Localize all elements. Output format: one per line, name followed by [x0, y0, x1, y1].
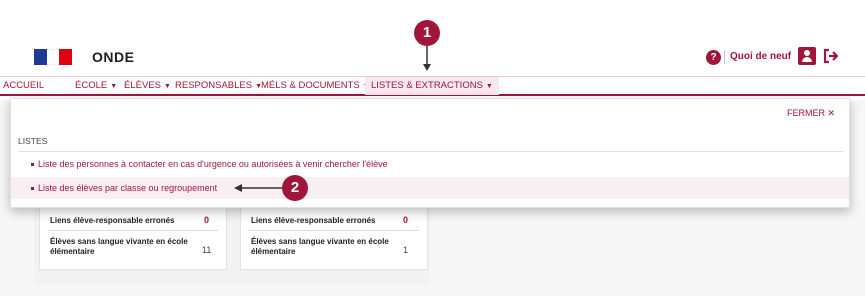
nav-listes-extractions[interactable]: LISTES & EXTRACTIONS ▼: [365, 77, 499, 95]
card-divider: [48, 230, 218, 231]
logout-icon[interactable]: [822, 47, 840, 65]
app-name: ONDE: [92, 49, 135, 65]
card-row-label: Liens élève-responsable erronés: [50, 216, 175, 225]
card-row-value: 1: [403, 245, 409, 255]
main-nav: ACCUEIL ÉCOLE ▼ ÉLÈVES ▼ RESPONSABLES ▼ MÉL…: [0, 76, 865, 96]
callout-arrow-2: [234, 184, 284, 192]
listes-dropdown-panel: FERMER ✕ LISTES Liste des personnes à co…: [10, 98, 850, 208]
nav-accueil[interactable]: ACCUEIL: [3, 80, 44, 91]
bullet-icon: [31, 163, 34, 167]
republic-flag-logo: [34, 49, 72, 65]
whats-new-link[interactable]: Quoi de neuf: [730, 51, 791, 62]
nav-responsables[interactable]: RESPONSABLES ▼: [175, 80, 262, 91]
dashboard-card: Liens élève-responsable erronés 0 Élèves…: [39, 200, 227, 270]
close-panel-button[interactable]: FERMER ✕: [787, 108, 835, 119]
user-profile-icon[interactable]: [798, 47, 816, 65]
nav-eleves[interactable]: ÉLÈVES ▼: [124, 80, 171, 91]
bullet-icon: [31, 187, 34, 191]
card-row-value: 0: [204, 215, 210, 225]
card-row-label: Élèves sans langue vivante en école élém…: [251, 237, 389, 256]
card-row-label: Élèves sans langue vivante en école élém…: [50, 237, 188, 256]
list-item-emergency-contacts[interactable]: Liste des personnes à contacter en cas d…: [11, 153, 849, 175]
callout-badge-1: 1: [414, 20, 440, 46]
help-icon[interactable]: ?: [706, 50, 721, 65]
callout-badge-2: 2: [282, 175, 308, 201]
card-divider: [249, 230, 419, 231]
section-label-listes: LISTES: [18, 136, 48, 146]
card-row-value: 0: [403, 215, 409, 225]
callout-arrow-1: [423, 46, 431, 71]
card-row-label: Liens élève-responsable erronés: [251, 216, 376, 225]
card-row-value: 11: [202, 245, 212, 255]
section-divider: [18, 151, 844, 152]
nav-mels-documents[interactable]: MÉLS & DOCUMENTS▼: [261, 80, 370, 91]
nav-ecole[interactable]: ÉCOLE ▼: [75, 80, 117, 91]
list-item-students-by-class[interactable]: Liste des élèves par classe ou regroupem…: [11, 177, 849, 199]
dashboard-card: Liens élève-responsable erronés 0 Élèves…: [240, 200, 428, 270]
header-separator: [724, 50, 725, 64]
